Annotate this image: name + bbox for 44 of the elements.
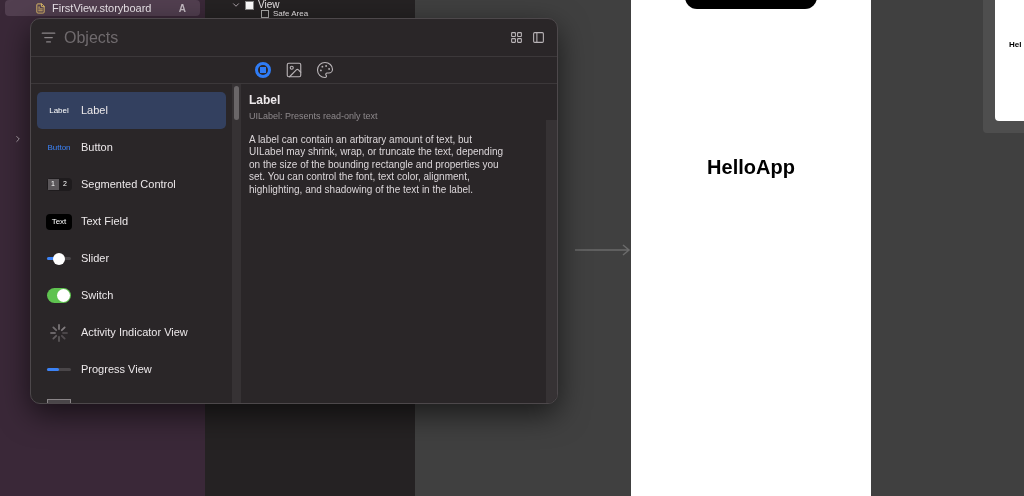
sidebar-toggle-icon[interactable] — [532, 31, 545, 44]
grid-view-icon[interactable] — [510, 31, 523, 44]
filter-icon[interactable] — [41, 30, 56, 45]
item-title: Button — [81, 140, 113, 156]
tree-item[interactable]: Safe Area — [273, 10, 309, 18]
palette-tab[interactable] — [315, 60, 335, 80]
library-item[interactable]: Switch — [37, 277, 226, 314]
item-title: Activity Indicator View — [81, 325, 188, 341]
library-item[interactable]: Label Label — [37, 92, 226, 129]
scrollbar-thumb[interactable] — [234, 86, 239, 120]
detail-subtitle: UILabel: Presents read-only text — [249, 110, 379, 123]
item-title: Progress View — [81, 362, 152, 378]
objects-tab[interactable] — [253, 60, 273, 80]
scene-title: HelloApp — [707, 155, 795, 180]
button-preview: Button — [47, 141, 71, 154]
view-icon — [245, 0, 254, 10]
library-item[interactable]: Slider — [37, 240, 226, 277]
progress-preview — [47, 368, 71, 371]
disclosure-icon[interactable] — [231, 0, 241, 10]
preview-title: Hel — [1009, 40, 1022, 49]
image-tab[interactable] — [284, 60, 304, 80]
library-item[interactable]: Text Text Field — [37, 203, 226, 240]
item-title: Label — [81, 103, 108, 119]
tree-item[interactable]: View — [258, 0, 280, 10]
text-field-preview: Text — [45, 213, 73, 230]
file-row[interactable]: FirstView.storyboard A — [5, 0, 200, 16]
detail-description: A label can contain an arbitrary amount of text, but UILabel may shrink, wrap, or truncate the text, depending on the size of the bounding rectangle and properties you set. You can control the font, text color, alignment, highlighting, and shadowing of the text in the label. — [249, 133, 505, 196]
storyboard-file-icon — [35, 2, 46, 14]
item-title: Segmented Control — [81, 177, 176, 193]
library-item[interactable]: Activity Indicator View — [37, 314, 226, 351]
entry-arrow — [575, 244, 631, 256]
file-name: FirstView.storyboard — [52, 0, 153, 16]
spinner-icon — [49, 322, 69, 343]
item-title: Text Field — [81, 214, 129, 230]
detail-title: Label — [249, 92, 282, 109]
label-preview: Label — [49, 104, 69, 117]
disclosure-icon[interactable] — [13, 134, 23, 144]
library-item[interactable]: Button Button — [37, 129, 226, 166]
status-label: A — [178, 1, 186, 16]
item-title: Switch — [81, 288, 114, 304]
slider-preview — [47, 252, 71, 265]
item-title: Slider — [81, 251, 110, 267]
library-item[interactable]: Progress View — [37, 351, 226, 388]
search-field[interactable]: Objects — [64, 25, 510, 50]
